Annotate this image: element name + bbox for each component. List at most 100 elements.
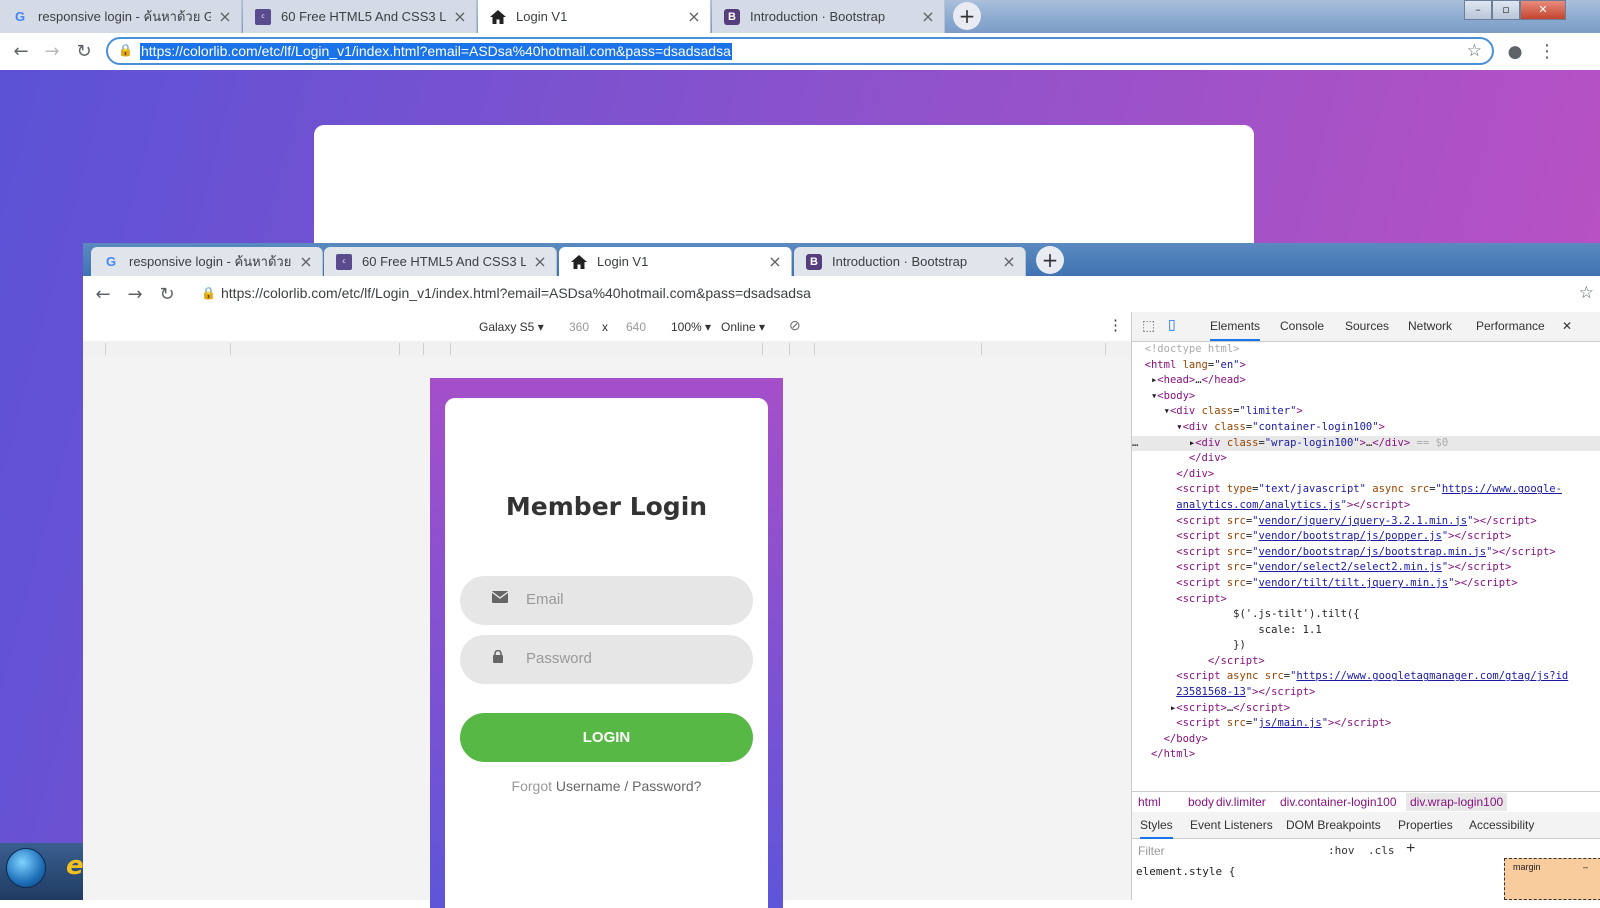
dom-line[interactable]: 23581568-13"></script>: [1132, 685, 1600, 701]
hover-state-button[interactable]: :hov: [1328, 844, 1355, 857]
inner-tab-google-search[interactable]: G responsive login - ค้นหาด้วย Google ×: [91, 247, 323, 276]
address-url[interactable]: https://colorlib.com/etc/lf/Login_v1/ind…: [221, 285, 811, 301]
forgot-password-link[interactable]: Password?: [632, 778, 701, 794]
dom-line[interactable]: ▾<body>: [1132, 389, 1600, 405]
dom-line[interactable]: <script type="text/javascript" async src…: [1132, 482, 1600, 498]
dom-line[interactable]: analytics.com/analytics.js"></script>: [1132, 498, 1600, 514]
element-style-rule[interactable]: element.style {: [1136, 865, 1235, 878]
menu-icon[interactable]: ⋮: [1535, 40, 1559, 64]
start-button[interactable]: [6, 848, 46, 888]
inner-tab-login-v1[interactable]: Login V1 ×: [559, 247, 792, 276]
maximize-icon[interactable]: ▫: [1492, 0, 1520, 20]
close-window-icon[interactable]: ✕: [1520, 0, 1566, 20]
dom-line[interactable]: <script src="js/main.js"></script>: [1132, 716, 1600, 732]
close-icon[interactable]: ×: [452, 7, 468, 26]
forward-icon[interactable]: →: [123, 283, 147, 307]
new-tab-button[interactable]: +: [953, 2, 981, 30]
tab-elements[interactable]: Elements: [1210, 319, 1261, 341]
dom-line-selected[interactable]: … ▸<div class="wrap-login100">…</div> ==…: [1132, 435, 1600, 452]
password-field[interactable]: Password: [460, 635, 753, 684]
close-icon[interactable]: ×: [686, 7, 702, 26]
dom-line[interactable]: </div>: [1132, 451, 1600, 467]
ruler-segment[interactable]: [105, 343, 106, 355]
device-toggle-icon[interactable]: ▯: [1168, 316, 1176, 333]
ruler-segment[interactable]: [981, 343, 982, 355]
dom-line[interactable]: ▾<div class="limiter">: [1132, 404, 1600, 420]
add-rule-icon[interactable]: +: [1406, 840, 1415, 858]
email-field[interactable]: Email: [460, 576, 753, 625]
dom-line[interactable]: <script src="vendor/jquery/jquery-3.2.1.…: [1132, 514, 1600, 530]
ruler-segment[interactable]: [450, 343, 451, 355]
tab-accessibility[interactable]: Accessibility: [1469, 818, 1534, 832]
outer-tab-colorlib[interactable]: c 60 Free HTML5 And CSS3 Login Forms ×: [243, 0, 477, 33]
bookmark-star-icon[interactable]: ☆: [1467, 41, 1482, 61]
new-tab-button[interactable]: +: [1036, 246, 1064, 274]
dom-line[interactable]: </script>: [1132, 654, 1600, 670]
class-toggle-button[interactable]: .cls: [1368, 844, 1395, 857]
inspect-element-icon[interactable]: ⬚: [1142, 317, 1155, 334]
reload-icon[interactable]: ↻: [72, 40, 96, 64]
back-icon[interactable]: ←: [91, 283, 115, 307]
dom-line[interactable]: ▸<script>…</script>: [1132, 701, 1600, 717]
tab-styles[interactable]: Styles: [1140, 818, 1173, 839]
dom-line[interactable]: ▾<div class="container-login100">: [1132, 420, 1600, 436]
forward-icon[interactable]: →: [40, 40, 64, 64]
inner-tab-colorlib[interactable]: c 60 Free HTML5 And CSS3 Login Forms ×: [324, 247, 557, 276]
address-url[interactable]: https://colorlib.com/etc/lf/Login_v1/ind…: [140, 43, 732, 60]
ruler-segment[interactable]: [399, 343, 400, 355]
dom-line[interactable]: <!doctype html>: [1132, 342, 1600, 358]
close-icon[interactable]: ×: [532, 252, 548, 271]
dom-line[interactable]: $('.js-tilt').tilt({: [1132, 607, 1600, 623]
tab-network[interactable]: Network: [1408, 319, 1452, 333]
tab-event-listeners[interactable]: Event Listeners: [1190, 818, 1273, 832]
dom-line[interactable]: </html>: [1132, 747, 1600, 762]
dom-line[interactable]: <script src="vendor/tilt/tilt.jquery.min…: [1132, 576, 1600, 592]
ruler-segment[interactable]: [1105, 343, 1106, 355]
device-select[interactable]: Galaxy S5 ▾: [479, 320, 544, 334]
tab-console[interactable]: Console: [1280, 319, 1324, 333]
dom-line[interactable]: ▸<head>…</head>: [1132, 373, 1600, 389]
ruler-segment[interactable]: [230, 343, 231, 355]
throttle-select[interactable]: Online ▾: [721, 320, 765, 334]
login-button[interactable]: LOGIN: [460, 713, 753, 762]
dom-line[interactable]: }): [1132, 638, 1600, 654]
dom-line[interactable]: <script async src="https://www.googletag…: [1132, 669, 1600, 685]
styles-filter-input[interactable]: Filter: [1138, 844, 1165, 858]
width-input[interactable]: 360: [569, 320, 589, 334]
close-icon[interactable]: ×: [298, 252, 314, 271]
close-icon[interactable]: ×: [920, 7, 936, 26]
dom-line[interactable]: scale: 1.1: [1132, 623, 1600, 639]
dom-line[interactable]: <html lang="en">: [1132, 358, 1600, 374]
back-icon[interactable]: ←: [9, 40, 33, 64]
tab-performance[interactable]: Performance: [1476, 319, 1545, 333]
crumb-container[interactable]: div.container-login100: [1280, 795, 1397, 809]
outer-tab-login-v1[interactable]: Login V1 ×: [478, 0, 711, 33]
outer-tab-google-search[interactable]: G responsive login - ค้นหาด้วย Google ×: [0, 0, 242, 33]
dom-line[interactable]: <script src="vendor/select2/select2.min.…: [1132, 560, 1600, 576]
dom-line[interactable]: <script src="vendor/bootstrap/js/popper.…: [1132, 529, 1600, 545]
dom-line[interactable]: </div>: [1132, 467, 1600, 483]
close-devtools-icon[interactable]: ✕: [1562, 319, 1572, 333]
dom-line[interactable]: <script>: [1132, 592, 1600, 608]
crumb-html[interactable]: html: [1138, 795, 1161, 809]
dom-line[interactable]: </body>: [1132, 732, 1600, 748]
tab-properties[interactable]: Properties: [1398, 818, 1453, 832]
dom-line[interactable]: <script src="vendor/bootstrap/js/bootstr…: [1132, 545, 1600, 561]
minimize-icon[interactable]: –: [1464, 0, 1492, 20]
zoom-select[interactable]: 100% ▾: [671, 320, 711, 334]
rotate-icon[interactable]: ⊘: [789, 317, 801, 334]
tab-sources[interactable]: Sources: [1345, 319, 1389, 333]
ruler-segment[interactable]: [762, 343, 763, 355]
more-options-icon[interactable]: ⋮: [1108, 316, 1123, 334]
inner-tab-bootstrap[interactable]: B Introduction · Bootstrap ×: [794, 247, 1026, 276]
bookmark-star-icon[interactable]: ☆: [1579, 283, 1594, 303]
close-icon[interactable]: ×: [217, 7, 233, 26]
outer-tab-bootstrap[interactable]: B Introduction · Bootstrap ×: [712, 0, 945, 33]
reload-icon[interactable]: ↻: [155, 283, 179, 307]
address-bar[interactable]: 🔒 https://colorlib.com/etc/lf/Login_v1/i…: [106, 37, 1494, 65]
forgot-username-link[interactable]: Username: [556, 778, 621, 794]
close-icon[interactable]: ×: [1001, 252, 1017, 271]
ruler-segment[interactable]: [789, 343, 790, 355]
crumb-body[interactable]: body: [1188, 795, 1214, 809]
crumb-limiter[interactable]: div.limiter: [1216, 795, 1266, 809]
